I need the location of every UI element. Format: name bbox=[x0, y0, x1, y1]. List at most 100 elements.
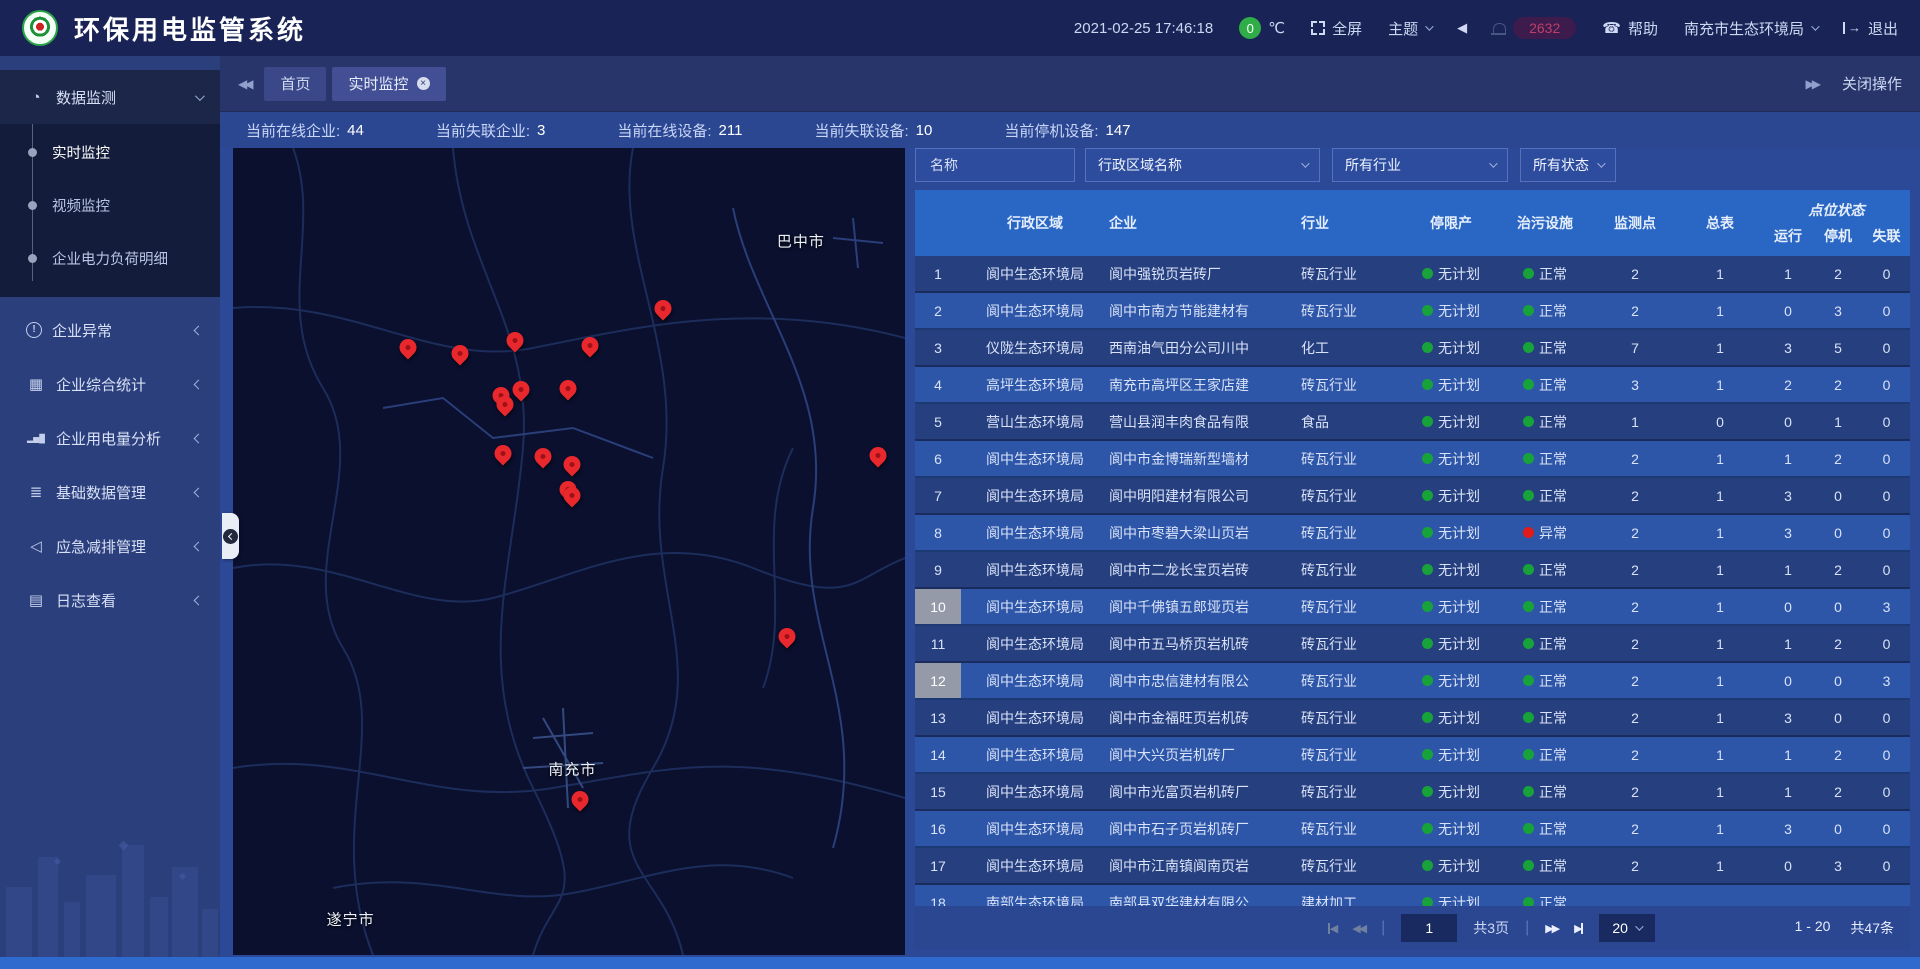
table-row[interactable]: 10阆中生态环境局阆中千佛镇五郎垭页岩砖瓦行业无计划正常21003 bbox=[915, 589, 1910, 626]
region-select[interactable]: 行政区域名称 bbox=[1085, 148, 1320, 182]
megaphone-icon: ◁ bbox=[26, 537, 46, 555]
table-row[interactable]: 1阆中生态环境局阆中强锐页岩砖厂砖瓦行业无计划正常21120 bbox=[915, 256, 1910, 293]
table-row[interactable]: 8阆中生态环境局阆中市枣碧大梁山页岩砖瓦行业无计划异常21300 bbox=[915, 515, 1910, 552]
cell-stop-n bbox=[1813, 885, 1863, 906]
page-size-select[interactable]: 20 bbox=[1599, 914, 1655, 942]
org-dropdown[interactable]: 南充市生态环境局 bbox=[1684, 18, 1817, 39]
tab-实时监控[interactable]: 实时监控× bbox=[332, 67, 445, 101]
cell-points: 2 bbox=[1593, 515, 1677, 550]
sidebar-group-header[interactable]: !企业异常 bbox=[0, 303, 220, 357]
cell-company: 阆中市忠信建材有限公 bbox=[1109, 663, 1301, 698]
col-run: 运行 bbox=[1763, 226, 1813, 246]
top-header: 环保用电监管系统 2021-02-25 17:46:18 0 ℃ 全屏 主题 ◀… bbox=[0, 0, 1920, 56]
cell-lost: 0 bbox=[1863, 737, 1910, 772]
sidebar-group-header[interactable]: ▂▅█企业用电量分析 bbox=[0, 411, 220, 465]
sidebar-group-header[interactable]: ≣基础数据管理 bbox=[0, 465, 220, 519]
stat-label: 当前在线设备: bbox=[617, 120, 711, 141]
fullscreen-button[interactable]: 全屏 bbox=[1311, 18, 1362, 39]
sidebar-item[interactable]: 企业电力负荷明细 bbox=[0, 232, 220, 285]
theme-dropdown[interactable]: 主题 bbox=[1388, 18, 1431, 39]
cell-run: 3 bbox=[1763, 515, 1813, 550]
chevron-left-icon bbox=[194, 541, 204, 551]
name-search-field[interactable] bbox=[915, 148, 1075, 182]
cell-facility: 正常 bbox=[1497, 552, 1593, 587]
status-dot-green bbox=[1422, 490, 1433, 501]
table-row[interactable]: 18南部生态环境局南部县双华建材有限公建材加工无计划正常 bbox=[915, 885, 1910, 906]
cell-points: 1 bbox=[1593, 404, 1677, 439]
table-row[interactable]: 12阆中生态环境局阆中市忠信建材有限公砖瓦行业无计划正常21003 bbox=[915, 663, 1910, 700]
prev-page-button[interactable]: ◀◀ bbox=[1352, 922, 1365, 935]
sidebar-item[interactable]: 实时监控 bbox=[0, 126, 220, 179]
cell-facility: 正常 bbox=[1497, 700, 1593, 735]
sidebar-group-header[interactable]: ▤日志查看 bbox=[0, 573, 220, 627]
table-row[interactable]: 17阆中生态环境局阆中市江南镇阆南页岩砖瓦行业无计划正常21030 bbox=[915, 848, 1910, 885]
tab-首页[interactable]: 首页 bbox=[264, 67, 326, 101]
sidebar-group-header[interactable]: ▦企业综合统计 bbox=[0, 357, 220, 411]
header-toolbar: 2021-02-25 17:46:18 0 ℃ 全屏 主题 ◀ 2632 ☎ 帮… bbox=[1074, 17, 1898, 39]
status-dot-green bbox=[1422, 453, 1433, 464]
table-row[interactable]: 5营山生态环境局营山县润丰肉食品有限食品无计划正常10010 bbox=[915, 404, 1910, 441]
facility-label: 正常 bbox=[1539, 782, 1567, 802]
table-row[interactable]: 16阆中生态环境局阆中市石子页岩机砖厂砖瓦行业无计划正常21300 bbox=[915, 811, 1910, 848]
sidebar-item[interactable]: 视频监控 bbox=[0, 179, 220, 232]
tabs-scroll-left-button[interactable]: ◀◀ bbox=[238, 77, 250, 91]
first-page-button[interactable]: ◀ bbox=[1328, 922, 1336, 935]
cell-company: 阆中明阳建材有限公司 bbox=[1109, 478, 1301, 513]
cell-stop-n: 2 bbox=[1813, 367, 1863, 402]
tabs-scroll-right-button[interactable]: ▶▶ bbox=[1806, 77, 1818, 91]
cell-industry: 砖瓦行业 bbox=[1301, 811, 1405, 846]
cell-company: 阆中市光富页岩机砖厂 bbox=[1109, 774, 1301, 809]
cell-company: 阆中市金福旺页岩机砖 bbox=[1109, 700, 1301, 735]
speaker-icon[interactable]: ◀ bbox=[1457, 20, 1467, 36]
cell-points bbox=[1593, 885, 1677, 906]
logout-button[interactable]: → 退出 bbox=[1843, 18, 1898, 39]
status-dot-green bbox=[1523, 342, 1534, 353]
help-button[interactable]: ☎ 帮助 bbox=[1602, 18, 1658, 39]
cell-run: 3 bbox=[1763, 700, 1813, 735]
table-row[interactable]: 2阆中生态环境局阆中市南方节能建材有砖瓦行业无计划正常21030 bbox=[915, 293, 1910, 330]
table-row[interactable]: 15阆中生态环境局阆中市光富页岩机砖厂砖瓦行业无计划正常21120 bbox=[915, 774, 1910, 811]
status-dot-green bbox=[1422, 601, 1433, 612]
status-dot-green bbox=[1523, 601, 1534, 612]
table-row[interactable]: 13阆中生态环境局阆中市金福旺页岩机砖砖瓦行业无计划正常21300 bbox=[915, 700, 1910, 737]
cell-lost: 0 bbox=[1863, 774, 1910, 809]
cell-index: 4 bbox=[915, 367, 961, 402]
cell-stop: 无计划 bbox=[1405, 330, 1497, 365]
table-row[interactable]: 6阆中生态环境局阆中市金博瑞新型墙材砖瓦行业无计划正常21120 bbox=[915, 441, 1910, 478]
close-operations-button[interactable]: 关闭操作 bbox=[1842, 73, 1902, 94]
page-number-input[interactable]: 1 bbox=[1401, 914, 1457, 942]
table-row[interactable]: 4高坪生态环境局南充市高坪区王家店建砖瓦行业无计划正常31220 bbox=[915, 367, 1910, 404]
map-panel[interactable]: 巴中市南充市遂宁市 bbox=[233, 148, 905, 955]
table-row[interactable]: 14阆中生态环境局阆中大兴页岩机砖厂砖瓦行业无计划正常21120 bbox=[915, 737, 1910, 774]
cell-region: 阆中生态环境局 bbox=[961, 515, 1109, 550]
cell-points: 3 bbox=[1593, 367, 1677, 402]
table-row[interactable]: 3仪陇生态环境局西南油气田分公司川中化工无计划正常71350 bbox=[915, 330, 1910, 367]
stop-label: 无计划 bbox=[1438, 893, 1480, 907]
cell-stop-n: 2 bbox=[1813, 441, 1863, 476]
cell-lost: 0 bbox=[1863, 293, 1910, 328]
industry-select[interactable]: 所有行业 bbox=[1332, 148, 1508, 182]
name-search-input[interactable] bbox=[928, 156, 1062, 174]
sidebar-collapse-button[interactable] bbox=[222, 513, 239, 559]
table-row[interactable]: 7阆中生态环境局阆中明阳建材有限公司砖瓦行业无计划正常21300 bbox=[915, 478, 1910, 515]
status-select[interactable]: 所有状态 bbox=[1520, 148, 1616, 182]
status-dot-green bbox=[1422, 860, 1433, 871]
cell-stop-n: 2 bbox=[1813, 737, 1863, 772]
cell-facility: 正常 bbox=[1497, 404, 1593, 439]
sidebar-group: ▦企业综合统计 bbox=[0, 357, 220, 411]
status-dot-green bbox=[1422, 342, 1433, 353]
cell-run bbox=[1763, 885, 1813, 906]
cell-lost: 3 bbox=[1863, 589, 1910, 624]
next-page-button[interactable]: ▶▶ bbox=[1545, 922, 1558, 935]
last-page-button[interactable]: ▶ bbox=[1574, 922, 1582, 935]
table-row[interactable]: 11阆中生态环境局阆中市五马桥页岩机砖砖瓦行业无计划正常21120 bbox=[915, 626, 1910, 663]
cell-meters: 1 bbox=[1677, 330, 1763, 365]
table-row[interactable]: 9阆中生态环境局阆中市二龙长宝页岩砖砖瓦行业无计划正常21120 bbox=[915, 552, 1910, 589]
sidebar-group-header[interactable]: ◔数据监测 bbox=[0, 70, 220, 124]
tab-close-icon[interactable]: × bbox=[417, 77, 430, 90]
notification-widget[interactable]: 2632 bbox=[1493, 17, 1576, 39]
sidebar-group-header[interactable]: ◁应急减排管理 bbox=[0, 519, 220, 573]
cell-industry: 砖瓦行业 bbox=[1301, 589, 1405, 624]
cell-industry: 砖瓦行业 bbox=[1301, 737, 1405, 772]
cell-index: 2 bbox=[915, 293, 961, 328]
